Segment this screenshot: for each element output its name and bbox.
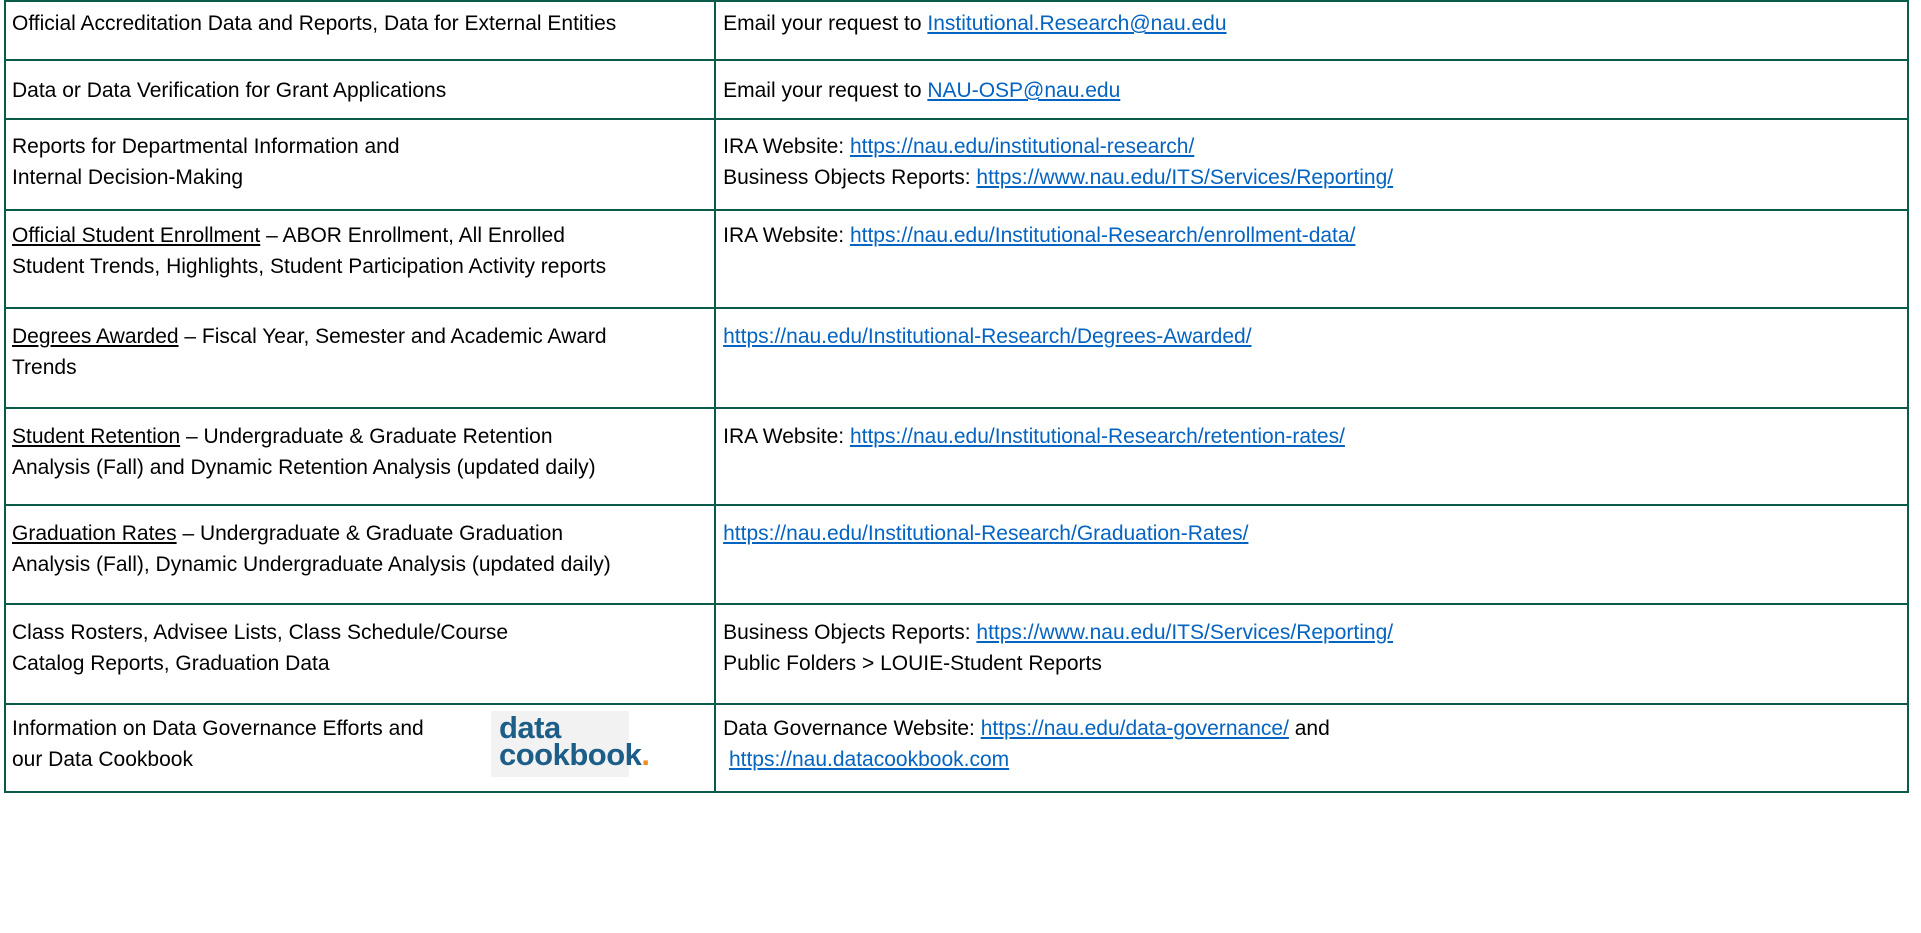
contact-prefix: Email your request to [723, 12, 928, 35]
request-type-cell: Data or Data Verification for Grant Appl… [3, 59, 717, 120]
data-governance-link[interactable]: https://nau.edu/data-governance/ [981, 717, 1289, 740]
data-cookbook-logo: data cookbook. [491, 711, 650, 777]
contact-line: Email your request to Institutional.Rese… [723, 8, 1902, 39]
request-type-text: Class Rosters, Advisee Lists, Class Sche… [12, 621, 509, 644]
contact-cell: https://nau.edu/Institutional-Research/G… [714, 504, 1909, 605]
contact-line: https://nau.edu/Institutional-Research/D… [723, 321, 1902, 352]
request-type-text: Official Student Enrollment – ABOR Enrol… [12, 220, 709, 251]
ira-website-link[interactable]: https://nau.edu/institutional-research/ [850, 135, 1194, 158]
contact-cell: Email your request to Institutional.Rese… [714, 0, 1909, 61]
contact-suffix: and [1288, 717, 1330, 740]
request-type-cell: Official Accreditation Data and Reports,… [3, 0, 717, 61]
contact-line: Email your request to NAU-OSP@nau.edu [723, 75, 1902, 106]
email-link-osp[interactable]: NAU-OSP@nau.edu [927, 79, 1120, 102]
graduation-rates-link[interactable]: https://nau.edu/Institutional-Research/G… [723, 522, 1248, 545]
contact-line: IRA Website: https://nau.edu/institution… [723, 131, 1902, 162]
request-type-detail: – Undergraduate & Graduate Graduation [176, 522, 564, 545]
section-heading: Official Student Enrollment [12, 224, 261, 247]
table-row: Information on Data Governance Efforts a… [3, 703, 1909, 793]
contact-line: Business Objects Reports: https://www.na… [723, 162, 1902, 193]
contact-prefix: IRA Website: [723, 224, 850, 247]
business-objects-link[interactable]: https://www.nau.edu/ITS/Services/Reporti… [976, 166, 1393, 189]
contact-line: Public Folders > LOUIE-Student Reports [723, 652, 1102, 675]
table-row: Data or Data Verification for Grant Appl… [3, 59, 1909, 120]
request-type-text: Analysis (Fall) and Dynamic Retention An… [12, 456, 596, 479]
contact-prefix: Email your request to [723, 79, 928, 102]
request-type-cell: Information on Data Governance Efforts a… [3, 703, 717, 793]
request-type-text: Internal Decision-Making [12, 166, 244, 189]
contact-prefix: Data Governance Website: [723, 717, 981, 740]
request-type-text: Analysis (Fall), Dynamic Undergraduate A… [12, 553, 611, 576]
request-type-detail: – Fiscal Year, Semester and Academic Awa… [178, 325, 607, 348]
contact-prefix: IRA Website: [723, 425, 850, 448]
contact-line: Data Governance Website: https://nau.edu… [723, 713, 1902, 744]
table-row: Official Accreditation Data and Reports,… [3, 0, 1909, 61]
contact-cell: https://nau.edu/Institutional-Research/D… [714, 307, 1909, 409]
section-heading: Student Retention [12, 425, 181, 448]
contact-cell: IRA Website: https://nau.edu/Institution… [714, 209, 1909, 309]
table-row: Graduation Rates – Undergraduate & Gradu… [3, 504, 1909, 605]
table-row: Degrees Awarded – Fiscal Year, Semester … [3, 307, 1909, 409]
contact-cell: Email your request to NAU-OSP@nau.edu [714, 59, 1909, 120]
request-type-text: Graduation Rates – Undergraduate & Gradu… [12, 518, 709, 549]
request-type-text: Reports for Departmental Information and [12, 135, 400, 158]
enrollment-data-link[interactable]: https://nau.edu/Institutional-Research/e… [850, 224, 1355, 247]
logo-word-cookbook-text: cookbook [499, 737, 642, 772]
request-type-cell: Class Rosters, Advisee Lists, Class Sche… [3, 603, 717, 705]
contact-cell: Data Governance Website: https://nau.edu… [714, 703, 1909, 793]
request-type-cell: Student Retention – Undergraduate & Grad… [3, 407, 717, 506]
request-type-text: Data or Data Verification for Grant Appl… [12, 79, 447, 102]
degrees-awarded-link[interactable]: https://nau.edu/Institutional-Research/D… [723, 325, 1251, 348]
section-heading: Graduation Rates [12, 522, 177, 545]
request-type-cell: Official Student Enrollment – ABOR Enrol… [3, 209, 717, 309]
request-type-detail: – Undergraduate & Graduate Retention [180, 425, 553, 448]
section-heading: Degrees Awarded [12, 325, 179, 348]
request-type-cell: Degrees Awarded – Fiscal Year, Semester … [3, 307, 717, 409]
contact-line: IRA Website: https://nau.edu/Institution… [723, 220, 1902, 251]
request-type-cell: Reports for Departmental Information and… [3, 118, 717, 211]
retention-rates-link[interactable]: https://nau.edu/Institutional-Research/r… [850, 425, 1345, 448]
request-type-text: Catalog Reports, Graduation Data [12, 652, 330, 675]
request-type-detail: – ABOR Enrollment, All Enrolled [260, 224, 565, 247]
resource-table: Official Accreditation Data and Reports,… [3, 0, 1909, 793]
table-row: Official Student Enrollment – ABOR Enrol… [3, 209, 1909, 309]
request-type-text: Official Accreditation Data and Reports,… [12, 12, 617, 35]
request-type-text: Degrees Awarded – Fiscal Year, Semester … [12, 321, 709, 352]
email-link-institutional-research[interactable]: Institutional.Research@nau.edu [927, 12, 1226, 35]
contact-prefix: Business Objects Reports: [723, 166, 977, 189]
table-row: Reports for Departmental Information and… [3, 118, 1909, 211]
contact-cell: Business Objects Reports: https://www.na… [714, 603, 1909, 705]
request-type-cell: Graduation Rates – Undergraduate & Gradu… [3, 504, 717, 605]
contact-prefix: IRA Website: [723, 135, 850, 158]
table-row: Class Rosters, Advisee Lists, Class Sche… [3, 603, 1909, 705]
datacookbook-link[interactable]: https://nau.datacookbook.com [729, 748, 1009, 771]
contact-prefix: Business Objects Reports: [723, 621, 977, 644]
contact-line: IRA Website: https://nau.edu/Institution… [723, 421, 1902, 452]
request-type-text: Trends [12, 356, 77, 379]
contact-line: https://nau.edu/Institutional-Research/G… [723, 518, 1902, 549]
business-objects-link[interactable]: https://www.nau.edu/ITS/Services/Reporti… [976, 621, 1393, 644]
request-type-text: Student Retention – Undergraduate & Grad… [12, 421, 709, 452]
contact-cell: IRA Website: https://nau.edu/Institution… [714, 407, 1909, 506]
contact-cell: IRA Website: https://nau.edu/institution… [714, 118, 1909, 211]
table-row: Student Retention – Undergraduate & Grad… [3, 407, 1909, 506]
logo-word-cookbook: cookbook. [499, 738, 650, 772]
request-type-text: Student Trends, Highlights, Student Part… [12, 255, 607, 278]
contact-line: https://nau.datacookbook.com [723, 744, 1902, 775]
contact-line: Business Objects Reports: https://www.na… [723, 617, 1902, 648]
logo-dot: . [641, 737, 650, 772]
